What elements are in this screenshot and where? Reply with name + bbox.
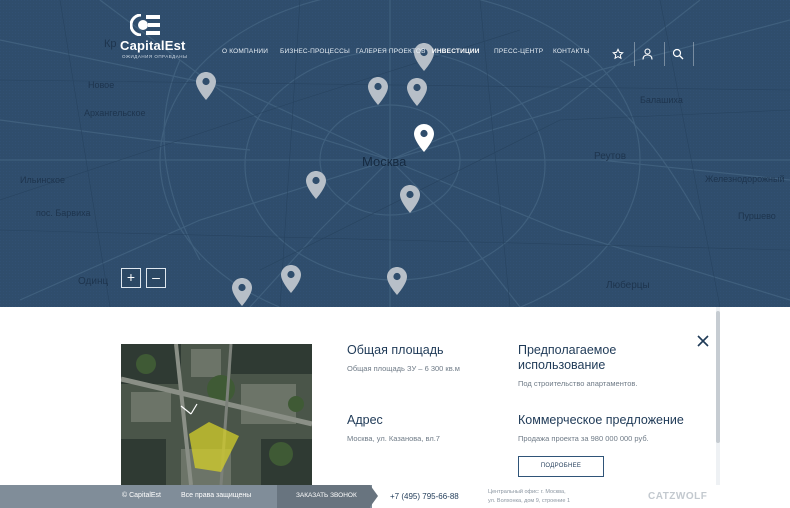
more-button[interactable]: ПОДРОБНЕЕ: [518, 456, 604, 477]
nav-item-gallery[interactable]: ГАЛЕРЕЯ ПРОЕКТОВ: [356, 48, 426, 55]
property-aerial-photo: [121, 344, 312, 485]
map-pin[interactable]: [232, 278, 252, 306]
footer-office-line2: ул. Волхонка, дом 9, строение 1: [488, 498, 571, 504]
map-label-zheleznodorozhny: Железнодорожный: [705, 174, 785, 184]
map-pin[interactable]: [196, 72, 216, 100]
use-value: Под строительство апартаментов.: [518, 379, 638, 388]
map-pin[interactable]: [387, 267, 407, 295]
map-label-balashikha: Балашиха: [640, 95, 683, 105]
map-pin[interactable]: [407, 78, 427, 106]
user-icon[interactable]: [633, 40, 661, 68]
address-value: Москва, ул. Казанова, вл.7: [347, 434, 440, 443]
map-label-moscow: Москва: [362, 154, 407, 169]
nav-item-contacts[interactable]: КОНТАКТЫ: [553, 48, 590, 55]
zoom-out-button[interactable]: –: [146, 268, 166, 288]
nav-item-about[interactable]: О КОМПАНИИ: [222, 48, 268, 55]
zoom-in-button[interactable]: +: [121, 268, 141, 288]
logo[interactable]: CapitalEst ОЖИДАНИЯ ОПРАВДАНЫ: [120, 14, 190, 60]
nav-item-press[interactable]: ПРЕСС-ЦЕНТР: [494, 48, 543, 55]
address-title: Адрес: [347, 413, 383, 427]
offer-title: Коммерческое предложение: [518, 413, 684, 427]
footer-office-line1: Центральный офис: г. Москва,: [488, 489, 566, 495]
close-icon[interactable]: [695, 333, 711, 349]
header-divider: [693, 42, 694, 66]
area-block: Общая площадь Общая площадь ЗУ – 6 300 к…: [347, 343, 460, 373]
map-pin[interactable]: [368, 77, 388, 105]
callback-label[interactable]: ЗАКАЗАТЬ ЗВОНОК: [296, 492, 357, 499]
map-label-reutov: Реутов: [594, 151, 627, 162]
map-pin[interactable]: [306, 171, 326, 199]
map-label-ilinskoe: Ильинское: [20, 175, 65, 185]
footer-copyright: © CapitalEst: [122, 492, 162, 499]
map-label-barvikha: пос. Барвиха: [36, 208, 91, 218]
map-label-krasnogorsk: Кр: [104, 38, 117, 50]
map-label-arkhangelskoe: Архангельское: [84, 108, 146, 118]
footer-rights: Все права защищены: [181, 492, 252, 499]
address-block: Адрес Москва, ул. Казанова, вл.7: [347, 413, 440, 443]
property-panel: Общая площадь Общая площадь ЗУ – 6 300 к…: [0, 307, 790, 485]
offer-block: Коммерческое предложение Продажа проекта…: [518, 413, 684, 443]
logo-mark-icon: [130, 14, 160, 36]
search-icon[interactable]: [664, 40, 692, 68]
footer-phone[interactable]: +7 (495) 795-66-88: [390, 492, 459, 501]
use-block: Предполагаемое использование Под строите…: [518, 343, 668, 388]
map-label-odintsovo: Одинц: [78, 276, 109, 287]
offer-value: Продажа проекта за 980 000 000 руб.: [518, 434, 649, 443]
star-icon[interactable]: [604, 40, 632, 68]
map-pin[interactable]: [400, 185, 420, 213]
area-value: Общая площадь ЗУ – 6 300 кв.м: [347, 364, 460, 373]
logo-tagline: ОЖИДАНИЯ ОПРАВДАНЫ: [122, 54, 188, 59]
logo-name: CapitalEst: [120, 38, 186, 53]
panel-scrollbar-thumb[interactable]: [716, 311, 720, 443]
map-pin[interactable]: [281, 265, 301, 293]
map-label-putsevo: Пуршево: [738, 211, 776, 221]
use-title: Предполагаемое использование: [518, 343, 617, 372]
map-pin-active[interactable]: [414, 124, 434, 152]
callback-arrow: [370, 485, 378, 507]
area-title: Общая площадь: [347, 343, 444, 357]
nav-item-investments[interactable]: ИНВЕСТИЦИИ: [432, 48, 480, 55]
footer-office: Центральный офис: г. Москва, ул. Волхонк…: [488, 488, 570, 506]
developer-logo[interactable]: CATZWOLF: [648, 491, 707, 502]
footer: © CapitalEst Все права защищены ЗАКАЗАТЬ…: [0, 485, 790, 508]
map-label-lyubertsy: Люберцы: [606, 280, 650, 291]
map-label-novoe: Новое: [88, 80, 115, 90]
nav-item-business[interactable]: БИЗНЕС-ПРОЦЕССЫ: [280, 48, 350, 55]
